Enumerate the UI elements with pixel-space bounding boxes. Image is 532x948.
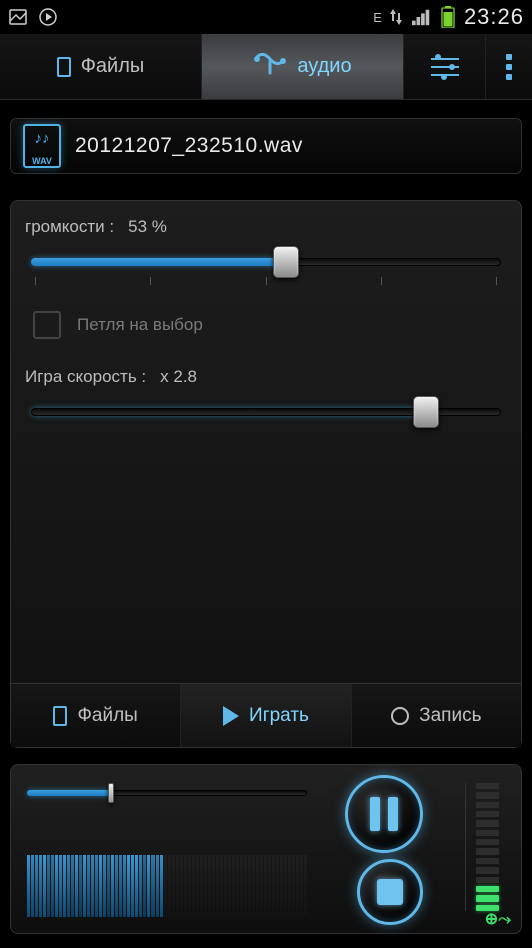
btab-files-label: Файлы — [77, 705, 137, 727]
equalizer-icon — [431, 56, 459, 78]
file-icon — [53, 706, 67, 726]
network-edge-label: E — [373, 10, 382, 25]
play-circle-icon — [38, 7, 58, 27]
btab-record-label: Запись — [419, 705, 481, 727]
battery-icon — [438, 7, 458, 27]
data-arrows-icon — [386, 7, 406, 27]
btab-files[interactable]: Файлы — [11, 684, 181, 747]
audio-icon — [253, 53, 287, 81]
tab-audio[interactable]: аудио — [202, 34, 404, 99]
menu-dots-icon — [506, 54, 512, 80]
clock-time: 23:26 — [464, 4, 524, 30]
audio-controls-panel: громкости : 53 % Петля на выбор Игра ско… — [10, 200, 522, 748]
loop-label: Петля на выбор — [77, 315, 203, 335]
speed-slider[interactable] — [25, 397, 507, 427]
waveform-display — [27, 855, 307, 917]
status-bar: E 23:26 — [0, 0, 532, 34]
record-icon — [391, 707, 409, 725]
file-icon — [57, 57, 71, 77]
speed-value: x 2.8 — [160, 367, 197, 387]
speed-label: Игра скорость : — [25, 367, 146, 387]
play-icon — [223, 706, 239, 726]
btab-record[interactable]: Запись — [352, 684, 521, 747]
volume-slider[interactable] — [25, 247, 507, 277]
tab-files[interactable]: Файлы — [0, 34, 202, 99]
stop-icon — [377, 879, 403, 905]
signal-icon — [412, 7, 432, 27]
current-track[interactable]: WAV 20121207_232510.wav — [10, 118, 522, 174]
pause-button[interactable] — [345, 775, 423, 853]
level-meter — [465, 783, 499, 911]
panel-bottom-tabs: Файлы Играть Запись — [11, 683, 521, 747]
volume-label: громкости : — [25, 217, 114, 237]
expand-icon[interactable]: ⊕⤳ — [485, 909, 511, 929]
stop-button[interactable] — [357, 859, 423, 925]
pause-icon — [370, 797, 398, 831]
progress-slider[interactable] — [27, 783, 307, 803]
volume-value: 53 % — [128, 217, 167, 237]
tab-menu[interactable] — [486, 34, 532, 99]
btab-play[interactable]: Играть — [181, 684, 351, 747]
tab-files-label: Файлы — [81, 55, 145, 78]
wav-file-icon: WAV — [23, 124, 61, 168]
image-icon — [8, 7, 28, 27]
tab-audio-label: аудио — [297, 55, 351, 78]
btab-play-label: Играть — [249, 705, 309, 727]
player-strip: ⊕⤳ — [10, 764, 522, 934]
loop-checkbox[interactable] — [33, 311, 61, 339]
track-filename: 20121207_232510.wav — [75, 134, 303, 158]
tab-equalizer[interactable] — [404, 34, 486, 99]
top-tab-bar: Файлы аудио — [0, 34, 532, 100]
